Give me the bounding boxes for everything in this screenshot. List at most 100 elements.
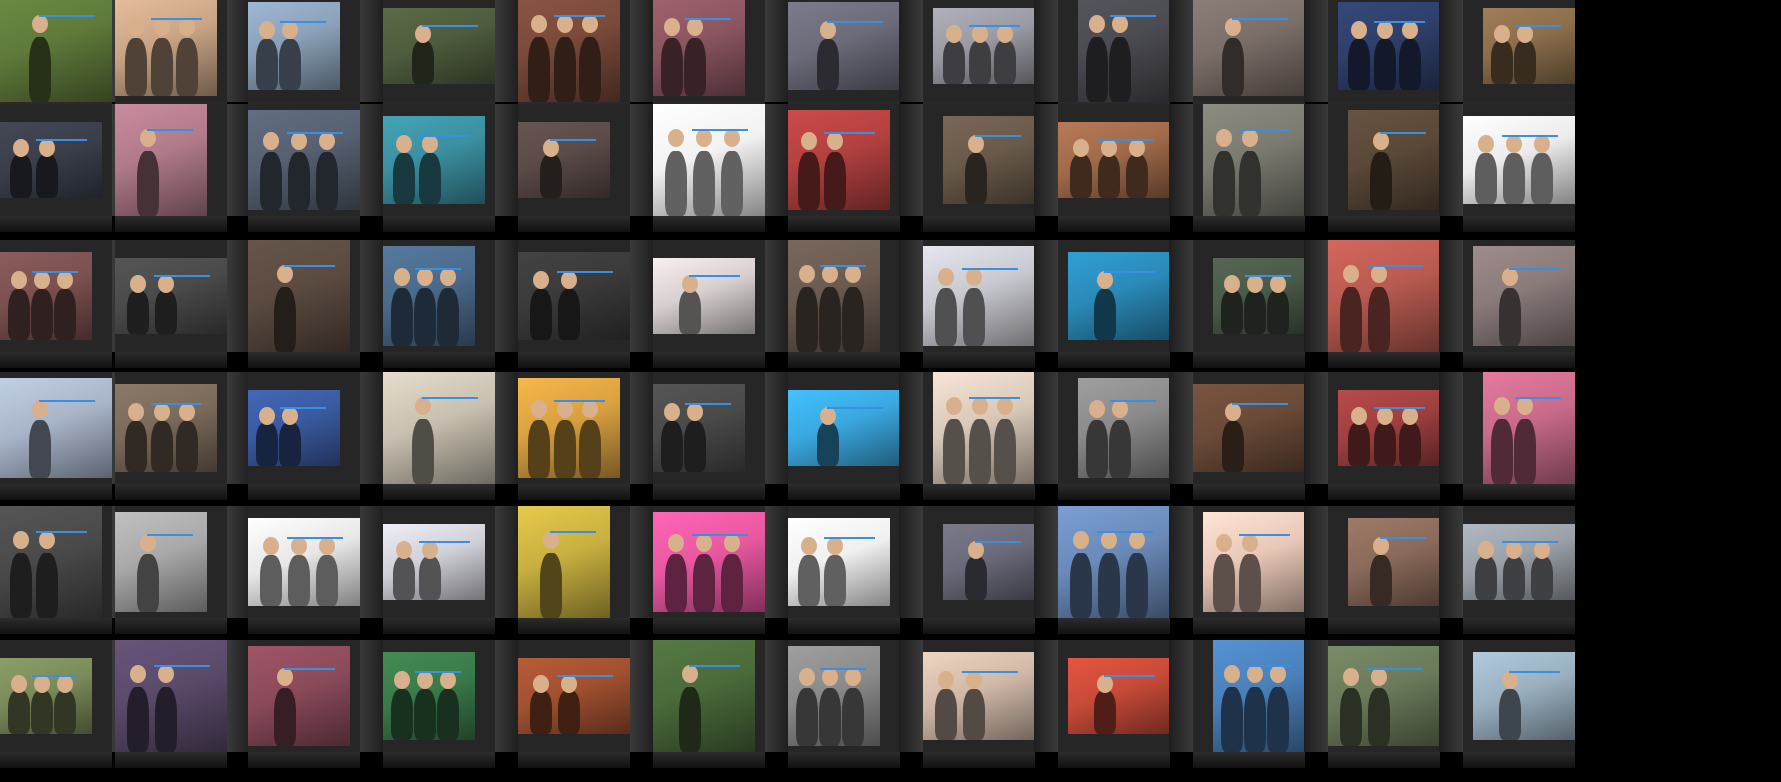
photo-thumbnail[interactable] (1213, 640, 1305, 752)
photo-thumbnail[interactable] (518, 378, 620, 478)
image-cube[interactable] (653, 240, 789, 368)
photo-thumbnail[interactable] (383, 116, 485, 204)
photo-thumbnail[interactable] (1328, 646, 1440, 746)
photo-thumbnail[interactable] (653, 104, 765, 216)
image-cube[interactable] (518, 240, 654, 368)
image-cube[interactable] (383, 104, 519, 232)
photo-thumbnail[interactable] (653, 512, 765, 612)
photo-thumbnail[interactable] (518, 122, 610, 198)
photo-thumbnail[interactable] (923, 652, 1035, 740)
photo-thumbnail[interactable] (1473, 652, 1575, 740)
image-cube[interactable] (383, 640, 519, 768)
photo-thumbnail[interactable] (788, 390, 900, 466)
image-cube[interactable] (1439, 104, 1599, 232)
photo-thumbnail[interactable] (1078, 378, 1170, 478)
photo-thumbnail[interactable] (1463, 524, 1575, 600)
image-cube[interactable] (653, 506, 789, 634)
photo-thumbnail[interactable] (0, 506, 102, 618)
photo-thumbnail[interactable] (383, 372, 495, 484)
photo-thumbnail[interactable] (1058, 122, 1170, 198)
photo-thumbnail[interactable] (383, 524, 485, 600)
photo-thumbnail[interactable] (248, 518, 360, 606)
photo-thumbnail[interactable] (1068, 658, 1170, 734)
photo-thumbnail[interactable] (0, 252, 92, 340)
photo-thumbnail[interactable] (248, 240, 350, 352)
photo-thumbnail[interactable] (1483, 372, 1575, 484)
image-cube[interactable] (518, 640, 654, 768)
photo-thumbnail[interactable] (0, 658, 92, 734)
image-cube[interactable] (1439, 506, 1599, 634)
image-cube[interactable] (248, 372, 384, 500)
image-cube[interactable] (115, 104, 251, 232)
photo-thumbnail[interactable] (788, 518, 890, 606)
photo-thumbnail[interactable] (115, 640, 227, 752)
photo-thumbnail[interactable] (1193, 0, 1305, 96)
photo-thumbnail[interactable] (1463, 116, 1575, 204)
image-cube[interactable] (653, 0, 789, 118)
image-cube[interactable] (248, 640, 384, 768)
photo-thumbnail[interactable] (788, 2, 900, 90)
image-cube[interactable] (115, 640, 251, 768)
image-cube[interactable] (518, 0, 654, 118)
photo-thumbnail[interactable] (248, 390, 340, 466)
photo-thumbnail[interactable] (518, 252, 630, 340)
photo-thumbnail[interactable] (115, 258, 227, 334)
photo-thumbnail[interactable] (1078, 0, 1170, 102)
photo-thumbnail[interactable] (518, 658, 630, 734)
image-cube[interactable] (115, 506, 251, 634)
photo-thumbnail[interactable] (1203, 104, 1305, 216)
photo-thumbnail[interactable] (1058, 506, 1170, 618)
photo-thumbnail[interactable] (788, 240, 880, 352)
photo-thumbnail[interactable] (1338, 2, 1440, 90)
image-cube[interactable] (518, 506, 654, 634)
image-cube[interactable] (1439, 640, 1599, 768)
photo-thumbnail[interactable] (788, 646, 880, 746)
photo-thumbnail[interactable] (788, 110, 890, 210)
photo-thumbnail[interactable] (0, 122, 102, 198)
image-cube[interactable] (115, 372, 251, 500)
photo-thumbnail[interactable] (933, 372, 1035, 484)
photo-thumbnail[interactable] (1348, 110, 1440, 210)
photo-thumbnail[interactable] (653, 258, 755, 334)
photo-thumbnail[interactable] (115, 0, 217, 96)
photo-thumbnail[interactable] (923, 246, 1035, 346)
image-cube[interactable] (653, 104, 789, 232)
photo-thumbnail[interactable] (115, 104, 207, 216)
photo-thumbnail[interactable] (383, 652, 475, 740)
image-cube[interactable] (248, 240, 384, 368)
photo-thumbnail[interactable] (115, 384, 217, 472)
image-cube[interactable] (653, 372, 789, 500)
photo-thumbnail[interactable] (383, 8, 495, 84)
image-cube[interactable] (518, 372, 654, 500)
photo-thumbnail[interactable] (518, 0, 620, 102)
photo-thumbnail[interactable] (1203, 512, 1305, 612)
photo-thumbnail[interactable] (518, 506, 610, 618)
image-cube[interactable] (653, 640, 789, 768)
image-cube[interactable] (248, 0, 384, 118)
photo-thumbnail[interactable] (248, 646, 350, 746)
photo-thumbnail[interactable] (0, 0, 112, 102)
photo-thumbnail[interactable] (653, 640, 755, 752)
photo-thumbnail[interactable] (1328, 240, 1440, 352)
image-cube[interactable] (518, 104, 654, 232)
image-cube[interactable] (115, 240, 251, 368)
photo-thumbnail[interactable] (1213, 258, 1305, 334)
image-cube[interactable] (1439, 240, 1599, 368)
photo-thumbnail[interactable] (1348, 518, 1440, 606)
photo-thumbnail[interactable] (943, 524, 1035, 600)
image-cube[interactable] (1439, 0, 1599, 118)
image-cube[interactable] (383, 0, 519, 118)
image-cube[interactable] (248, 506, 384, 634)
image-cube[interactable] (383, 372, 519, 500)
photo-thumbnail[interactable] (933, 8, 1035, 84)
image-cube[interactable] (1439, 372, 1599, 500)
photo-thumbnail[interactable] (1193, 384, 1305, 472)
image-cube[interactable] (248, 104, 384, 232)
photo-thumbnail[interactable] (115, 512, 207, 612)
photo-thumbnail[interactable] (248, 2, 340, 90)
photo-thumbnail[interactable] (1068, 252, 1170, 340)
photo-thumbnail[interactable] (653, 384, 745, 472)
photo-thumbnail[interactable] (653, 0, 745, 96)
photo-thumbnail[interactable] (0, 378, 112, 478)
photo-thumbnail[interactable] (1483, 8, 1575, 84)
